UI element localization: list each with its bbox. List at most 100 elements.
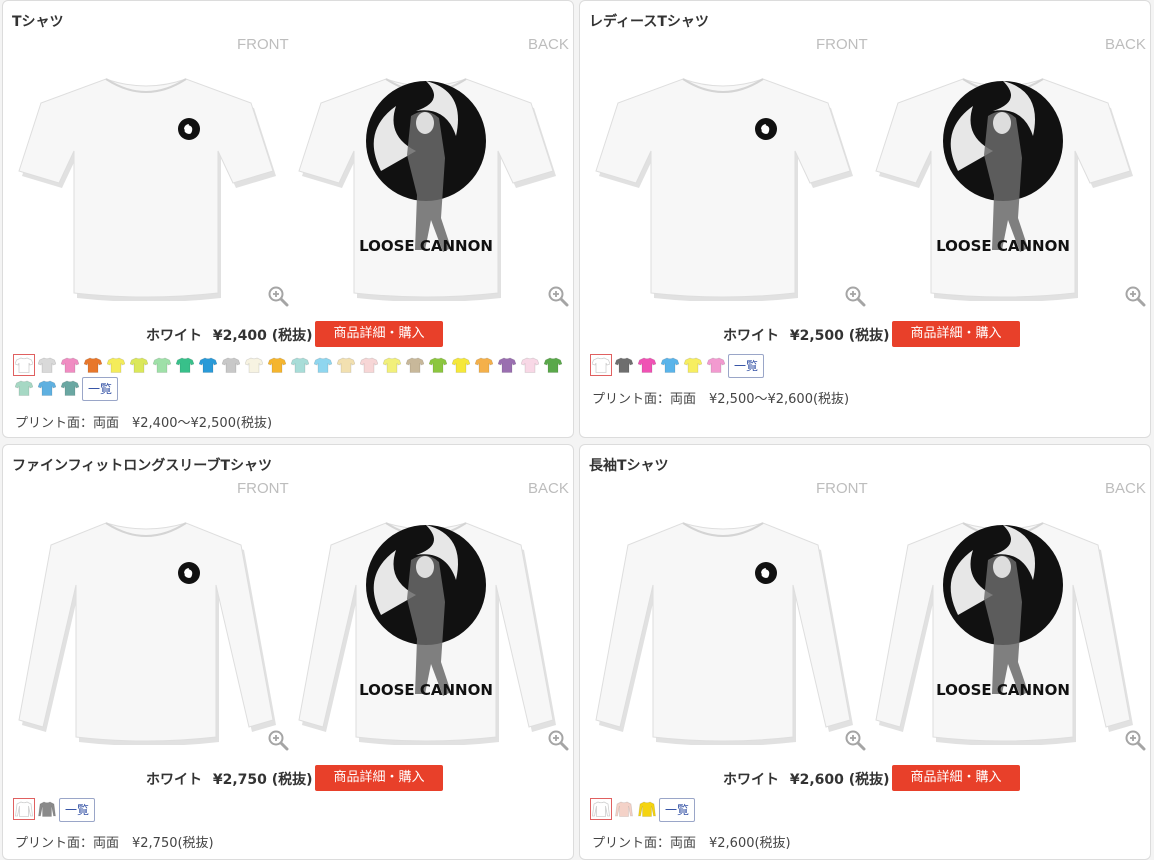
detail-purchase-button[interactable]: 商品詳細・購入 (315, 765, 443, 791)
color-swatch[interactable] (13, 377, 35, 399)
chest-emblem (755, 118, 777, 140)
design-text: LOOSE CANNON (359, 681, 493, 699)
zoom-back-icon[interactable] (547, 285, 569, 307)
color-swatch[interactable] (473, 354, 495, 376)
color-swatch[interactable] (450, 354, 472, 376)
product-card: Tシャツ FRONT BACK LOOSE CANNON ホワイト ¥2,400 (税抜… (2, 0, 574, 438)
color-swatch[interactable] (174, 354, 196, 376)
view-list-button[interactable]: 一覧 (659, 798, 696, 822)
swatch-tee-icon (84, 357, 102, 373)
back-shirt-image[interactable]: LOOSE CANNON (291, 61, 561, 301)
color-swatch[interactable] (427, 354, 449, 376)
swatch-tee-icon (245, 357, 263, 373)
color-swatch[interactable] (36, 354, 58, 376)
front-shirt-image[interactable] (11, 505, 281, 745)
detail-purchase-button[interactable]: 商品詳細・購入 (892, 321, 1020, 347)
swatch-tee-icon (38, 380, 56, 396)
color-name: ホワイト (723, 772, 779, 788)
design-text: LOOSE CANNON (936, 237, 1070, 255)
view-list-button[interactable]: 一覧 (59, 798, 96, 822)
color-swatch[interactable] (613, 798, 635, 820)
design-text: LOOSE CANNON (359, 237, 493, 255)
color-swatch[interactable] (636, 798, 658, 820)
swatch-tee-icon (61, 380, 79, 396)
color-swatch[interactable] (358, 354, 380, 376)
color-swatch[interactable] (335, 354, 357, 376)
color-swatch[interactable] (220, 354, 242, 376)
swatch-tee-icon (15, 380, 33, 396)
front-shirt-image[interactable] (11, 61, 281, 301)
color-swatch[interactable] (59, 354, 81, 376)
swatch-tee-icon (61, 357, 79, 373)
color-swatch[interactable] (705, 354, 727, 376)
color-swatch[interactable] (613, 354, 635, 376)
color-swatch[interactable] (243, 354, 265, 376)
product-grid: Tシャツ FRONT BACK LOOSE CANNON ホワイト ¥2,400 (税抜… (0, 0, 1154, 860)
price-row: ホワイト ¥2,750 (税抜) 商品詳細・購入 (3, 765, 573, 791)
swatch-tee-icon (15, 357, 33, 373)
product-card: 長袖Tシャツ FRONT BACK LOOSE CANNON ホワイト ¥2,600 (… (579, 444, 1151, 860)
color-swatch[interactable] (36, 377, 58, 399)
color-swatch[interactable] (542, 354, 564, 376)
color-swatch[interactable] (659, 354, 681, 376)
swatch-tee-icon (592, 801, 610, 817)
swatch-tee-icon (429, 357, 447, 373)
color-swatch[interactable] (59, 377, 81, 399)
zoom-front-icon[interactable] (844, 285, 866, 307)
swatch-tee-icon (707, 357, 725, 373)
color-swatch[interactable] (289, 354, 311, 376)
swatch-tee-icon (684, 357, 702, 373)
swatch-tee-icon (38, 801, 56, 817)
swatch-tee-icon (199, 357, 217, 373)
front-label: FRONT (237, 36, 289, 53)
color-swatch[interactable] (105, 354, 127, 376)
zoom-back-icon[interactable] (547, 729, 569, 751)
color-swatch[interactable] (496, 354, 518, 376)
color-swatch[interactable] (128, 354, 150, 376)
back-shirt-image[interactable]: LOOSE CANNON (868, 505, 1138, 745)
color-swatch[interactable] (197, 354, 219, 376)
color-swatch[interactable] (13, 354, 35, 376)
product-title: ファインフィットロングスリーブTシャツ (12, 458, 273, 474)
color-swatch[interactable] (266, 354, 288, 376)
color-swatch[interactable] (636, 354, 658, 376)
color-swatch[interactable] (519, 354, 541, 376)
color-swatch[interactable] (151, 354, 173, 376)
swatch-tee-icon (268, 357, 286, 373)
zoom-back-icon[interactable] (1124, 729, 1146, 751)
zoom-front-icon[interactable] (844, 729, 866, 751)
front-label: FRONT (816, 36, 868, 53)
back-shirt-image[interactable]: LOOSE CANNON (291, 505, 561, 745)
zoom-front-icon[interactable] (267, 285, 289, 307)
color-swatch[interactable] (590, 354, 612, 376)
product-card: レディースTシャツ FRONT BACK LOOSE CANNON ホワイト ¥2,50… (579, 0, 1151, 438)
color-swatch[interactable] (590, 798, 612, 820)
zoom-back-icon[interactable] (1124, 285, 1146, 307)
color-swatch[interactable] (312, 354, 334, 376)
detail-purchase-button[interactable]: 商品詳細・購入 (315, 321, 443, 347)
swatch-tee-icon (661, 357, 679, 373)
back-shirt-image[interactable]: LOOSE CANNON (868, 61, 1138, 301)
color-swatch[interactable] (36, 798, 58, 820)
detail-purchase-button[interactable]: 商品詳細・購入 (892, 765, 1020, 791)
zoom-front-icon[interactable] (267, 729, 289, 751)
color-swatch[interactable] (13, 798, 35, 820)
front-shirt-image[interactable] (588, 505, 858, 745)
color-swatches: 一覧 (13, 798, 569, 822)
view-list-button[interactable]: 一覧 (82, 377, 119, 401)
swatch-tee-icon (475, 357, 493, 373)
swatch-tee-icon (107, 357, 125, 373)
front-shirt-image[interactable] (588, 61, 858, 301)
color-swatch[interactable] (682, 354, 704, 376)
color-name: ホワイト (146, 772, 202, 788)
view-list-button[interactable]: 一覧 (728, 354, 765, 378)
price-text: ホワイト ¥2,400 (税抜) (146, 325, 313, 345)
swatch-tee-icon (521, 357, 539, 373)
color-swatch[interactable] (82, 354, 104, 376)
swatch-tee-icon (130, 357, 148, 373)
color-swatch[interactable] (381, 354, 403, 376)
color-swatch[interactable] (404, 354, 426, 376)
back-label: BACK (528, 480, 569, 497)
color-swatches: 一覧 (590, 798, 1146, 822)
swatch-tee-icon (360, 357, 378, 373)
